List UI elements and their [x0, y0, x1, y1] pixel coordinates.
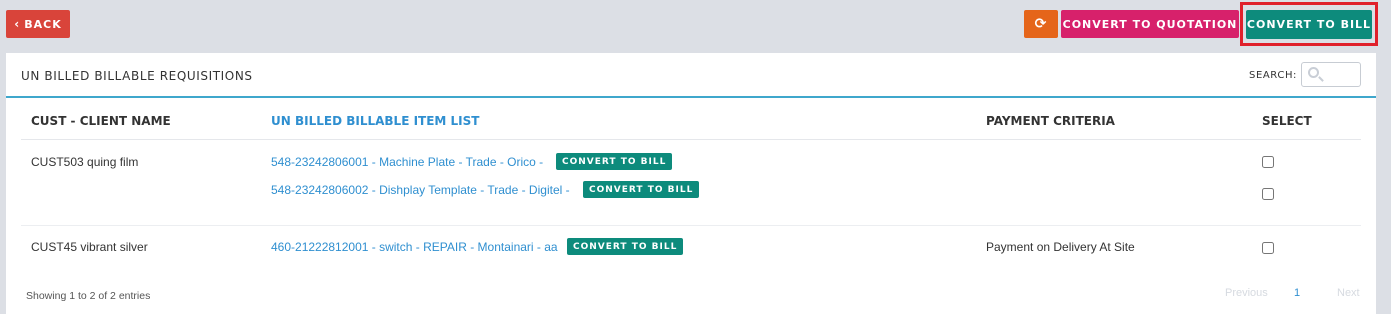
convert-to-quotation-label: CONVERT TO QUOTATION: [1062, 17, 1238, 31]
convert-to-quotation-button[interactable]: CONVERT TO QUOTATION: [1061, 10, 1239, 38]
pagination-page-1[interactable]: 1: [1294, 287, 1300, 299]
panel-title: UN BILLED BILLABLE REQUISITIONS: [21, 69, 253, 83]
item-convert-to-bill-button[interactable]: CONVERT TO BILL: [556, 153, 673, 170]
search-label: SEARCH:: [1249, 70, 1298, 81]
column-header-client[interactable]: CUST - CLIENT NAME: [31, 114, 171, 128]
column-header-item-list[interactable]: UN BILLED BILLABLE ITEM LIST: [271, 114, 479, 128]
pagination-previous[interactable]: Previous: [1225, 287, 1268, 299]
select-checkbox[interactable]: [1262, 242, 1274, 254]
chevron-left-icon: ‹: [14, 17, 21, 31]
client-name: CUST45 vibrant silver: [31, 240, 148, 254]
select-checkbox[interactable]: [1262, 188, 1274, 200]
item-link[interactable]: 460-21222812001 - switch - REPAIR - Mont…: [271, 240, 558, 254]
column-header-payment-criteria[interactable]: PAYMENT CRITERIA: [986, 114, 1115, 128]
header-divider: [21, 139, 1361, 140]
back-button-label: BACK: [24, 17, 62, 31]
refresh-button[interactable]: ⟳: [1024, 10, 1058, 38]
client-name: CUST503 quing film: [31, 155, 139, 169]
convert-to-bill-label: CONVERT TO BILL: [1246, 18, 1372, 31]
item-link[interactable]: 548-23242806002 - Dishplay Template - Tr…: [271, 183, 570, 197]
payment-criteria: Payment on Delivery At Site: [986, 240, 1135, 254]
title-divider: [6, 96, 1376, 98]
pagination-next[interactable]: Next: [1337, 287, 1360, 299]
select-checkbox[interactable]: [1262, 156, 1274, 168]
item-convert-to-bill-button[interactable]: CONVERT TO BILL: [583, 181, 700, 198]
search-input[interactable]: [1324, 66, 1358, 83]
back-button[interactable]: ‹ BACK: [6, 10, 70, 38]
item-link[interactable]: 548-23242806001 - Machine Plate - Trade …: [271, 155, 543, 169]
search-box[interactable]: [1301, 62, 1361, 87]
requisitions-panel: UN BILLED BILLABLE REQUISITIONS SEARCH: …: [6, 53, 1376, 314]
search-icon: [1308, 67, 1319, 78]
row-divider: [21, 225, 1361, 226]
table-info: Showing 1 to 2 of 2 entries: [26, 290, 151, 302]
convert-to-bill-button[interactable]: CONVERT TO BILL: [1246, 10, 1372, 39]
convert-to-bill-highlight: CONVERT TO BILL: [1240, 2, 1378, 46]
column-header-select[interactable]: SELECT: [1262, 114, 1312, 128]
refresh-icon: ⟳: [1034, 16, 1048, 32]
item-convert-to-bill-button[interactable]: CONVERT TO BILL: [567, 238, 684, 255]
